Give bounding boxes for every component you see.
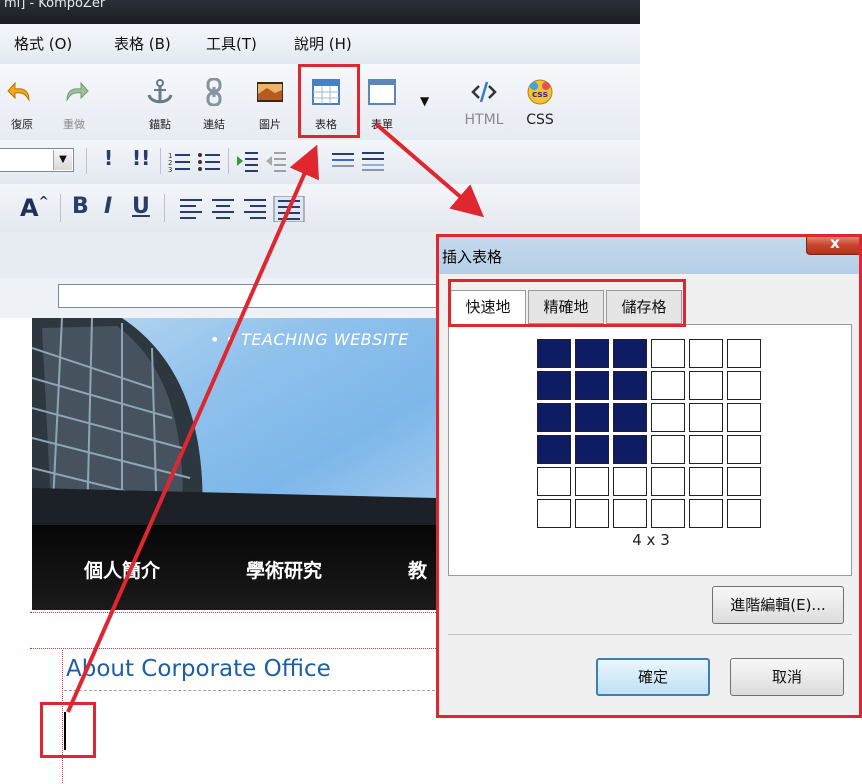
- arrow-table-button-to-dialog: [374, 122, 485, 218]
- annotation-arrows: [66, 122, 485, 713]
- arrow-cursor-to-table-button: [66, 144, 319, 713]
